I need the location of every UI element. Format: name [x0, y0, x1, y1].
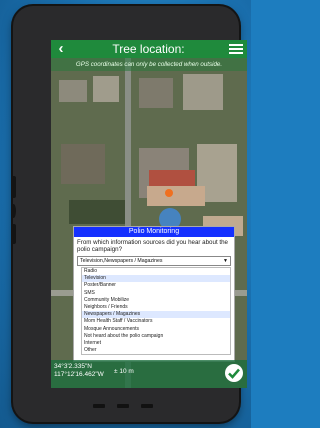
option-item[interactable]: Poster/Banner: [82, 282, 230, 289]
nav-key[interactable]: [93, 404, 105, 408]
dialog-title: Polio Monitoring: [74, 227, 234, 237]
sources-select[interactable]: Television,Newspapers / Magazines ▼: [77, 256, 231, 266]
option-item[interactable]: Mom Health Staff / Vaccinators: [82, 318, 230, 325]
option-item[interactable]: Other: [82, 347, 230, 354]
nav-key[interactable]: [141, 404, 153, 408]
back-arrow-icon[interactable]: ‹: [54, 41, 68, 57]
app-screen: ‹ Tree location: GPS coordinates can onl…: [51, 40, 247, 388]
option-item[interactable]: Internet: [82, 340, 230, 347]
question-dialog: Polio Monitoring From which information …: [73, 226, 235, 362]
option-item[interactable]: Not heard about the polio campaign: [82, 333, 230, 340]
gps-note: GPS coordinates can only be collected wh…: [51, 58, 247, 71]
hamburger-menu-icon[interactable]: [228, 42, 243, 56]
location-pin-icon: [165, 189, 173, 197]
side-button: [11, 176, 16, 198]
longitude: 117°12'16.462"W: [54, 371, 104, 378]
gps-status-bar: 34°3'2.335"N 117°12'16.462"W ± 10 m: [51, 360, 247, 388]
coordinates: 34°3'2.335"N 117°12'16.462"W: [54, 363, 104, 379]
checkmark-icon[interactable]: [225, 364, 243, 382]
option-item[interactable]: SMS: [82, 290, 230, 297]
side-button: [11, 224, 16, 244]
side-camera: [11, 204, 16, 218]
option-item[interactable]: Neighbors / Friends: [82, 304, 230, 311]
option-item[interactable]: Community Mobilize: [82, 297, 230, 304]
latitude: 34°3'2.335"N: [54, 363, 92, 370]
question-text: From which information sources did you h…: [77, 239, 228, 253]
select-value: Television,Newspapers / Magazines: [80, 258, 163, 264]
options-list: Radio Television Poster/Banner SMS Commu…: [81, 267, 231, 356]
option-item[interactable]: Mosque Announcements: [82, 326, 230, 333]
option-item[interactable]: Radio: [82, 268, 230, 275]
page-title: Tree location:: [112, 42, 185, 56]
nav-key[interactable]: [117, 404, 129, 408]
dropdown-arrow-icon: ▼: [223, 258, 228, 264]
app-header: ‹ Tree location:: [51, 40, 247, 58]
option-item-selected[interactable]: Newspapers / Magazines: [82, 311, 230, 319]
accuracy: ± 10 m: [114, 368, 134, 375]
option-item-selected[interactable]: Television: [82, 275, 230, 283]
